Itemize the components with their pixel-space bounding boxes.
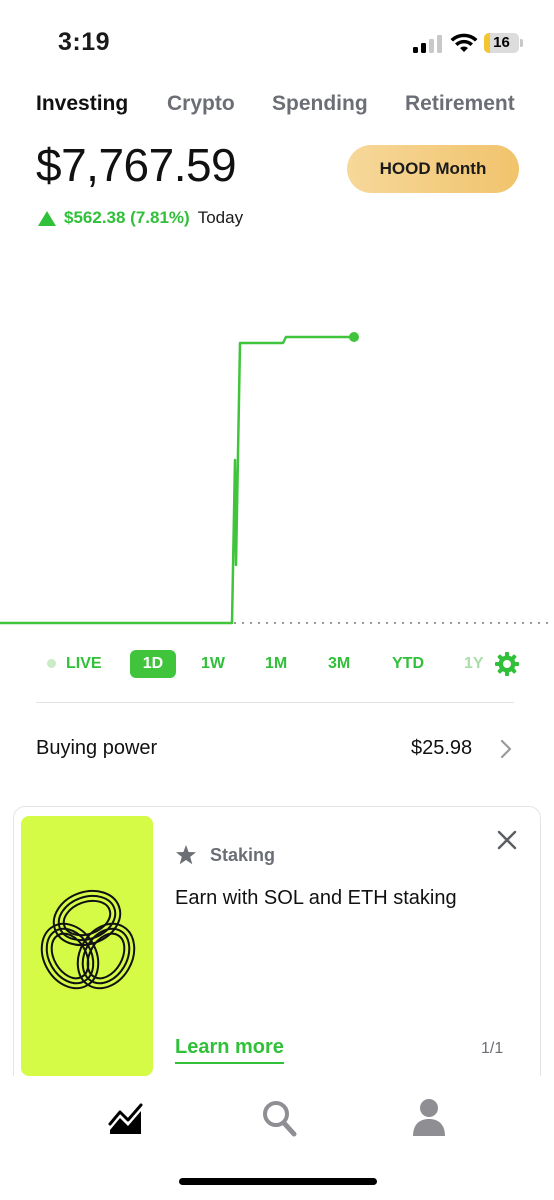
- change-period: Today: [197, 208, 244, 227]
- card-tag: Staking: [210, 845, 276, 865]
- home-indicator: [179, 1178, 377, 1185]
- staking-illustration: [21, 816, 153, 1076]
- tab-crypto[interactable]: Crypto: [167, 92, 235, 116]
- portfolio-chart[interactable]: [0, 230, 554, 640]
- hood-month-button[interactable]: HOOD Month: [347, 145, 519, 193]
- chart-icon[interactable]: [108, 1100, 144, 1136]
- chevron-right-icon[interactable]: [498, 738, 514, 760]
- battery-icon: 16: [484, 33, 524, 53]
- close-icon[interactable]: [496, 829, 518, 851]
- range-1y[interactable]: 1Y: [464, 650, 488, 678]
- daily-change: $562.38 (7.81%) Today: [38, 208, 243, 228]
- tab-investing[interactable]: Investing: [36, 92, 128, 116]
- card-pagination: 1/1: [481, 1040, 504, 1057]
- range-1w[interactable]: 1W: [201, 650, 231, 678]
- card-title: Earn with SOL and ETH staking: [175, 887, 457, 909]
- range-3m[interactable]: 3M: [328, 650, 358, 678]
- signal-icon: [413, 35, 442, 53]
- range-1m[interactable]: 1M: [265, 650, 295, 678]
- tab-spending[interactable]: Spending: [272, 92, 368, 116]
- tab-retirement[interactable]: Retirement: [405, 92, 515, 116]
- knot-icon: [40, 889, 136, 990]
- range-ytd[interactable]: YTD: [392, 650, 432, 678]
- wifi-icon: [450, 33, 478, 52]
- up-arrow-icon: [38, 210, 56, 226]
- range-1d[interactable]: 1D: [130, 650, 176, 678]
- buying-power-value[interactable]: $25.98: [411, 737, 472, 760]
- price-line: [0, 335, 354, 625]
- divider: [36, 702, 514, 703]
- search-icon[interactable]: [260, 1098, 298, 1138]
- range-live[interactable]: LIVE: [66, 650, 106, 678]
- price-current-dot: [349, 332, 359, 342]
- status-time: 3:19: [58, 28, 111, 56]
- learn-more-link[interactable]: Learn more: [175, 1036, 284, 1064]
- star-icon: [176, 845, 196, 865]
- portfolio-balance: $7,767.59: [36, 139, 237, 191]
- buying-power-label[interactable]: Buying power: [36, 737, 157, 760]
- live-indicator-dot: [47, 659, 56, 668]
- change-value: $562.38 (7.81%): [64, 208, 190, 227]
- account-icon[interactable]: [412, 1097, 446, 1137]
- gear-icon[interactable]: [494, 651, 520, 677]
- battery-percent: 16: [493, 34, 510, 51]
